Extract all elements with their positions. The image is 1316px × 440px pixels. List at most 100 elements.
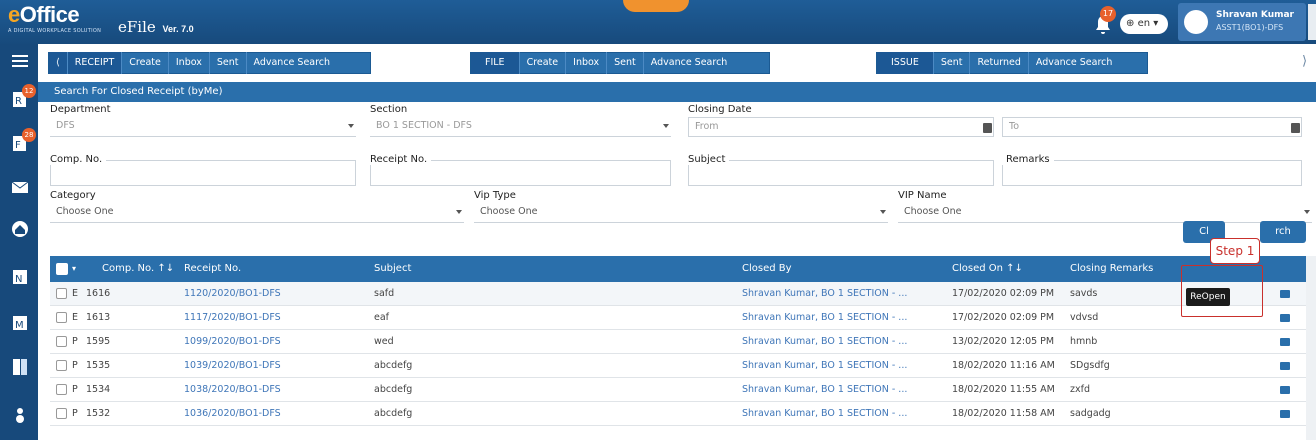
reopen-folder-icon[interactable] [1280,314,1290,322]
reopen-folder-icon[interactable] [1280,338,1290,346]
table-row[interactable]: P 1532 1036/2020/BO1-DFS abcdefg Shravan Kum… [50,402,1306,426]
calendar-icon[interactable] [1291,123,1300,133]
notification-count-badge: 17 [1100,6,1116,22]
col-comp-no[interactable]: Comp. No. ↑↓ [102,256,174,282]
closing-date-from-field[interactable]: Closing Date From [688,104,998,138]
reopen-folder-icon[interactable] [1280,386,1290,394]
user-profile-menu[interactable]: Shravan Kumar ASST1(BO1)-DFS [1178,3,1306,41]
department-select[interactable]: Department DFS [50,104,360,138]
row-checkbox[interactable] [56,408,67,419]
row-receipt-no-link[interactable]: 1120/2020/BO1-DFS [184,282,281,306]
row-comp-no: 1532 [86,408,111,419]
row-subject: safd [374,288,395,299]
chevron-down-icon [880,210,886,214]
table-row[interactable]: E 1616 1120/2020/BO1-DFS safd Shravan Kumar,… [50,282,1306,306]
receipt-advance-search-link[interactable]: Advance Search [245,52,338,74]
receipt-sent-link[interactable]: Sent [208,52,246,74]
select-all-checkbox[interactable] [56,263,68,275]
file-create-link[interactable]: Create [518,52,566,74]
subject-input[interactable]: Subject [688,152,998,186]
col-subject: Subject [374,263,412,274]
receipt-create-link[interactable]: Create [121,52,168,74]
row-closed-by[interactable]: Shravan Kumar, BO 1 SECTION - ... [742,330,907,354]
header-scrollbar[interactable] [1308,4,1316,40]
issue-returned-link[interactable]: Returned [969,52,1027,74]
table-row[interactable]: P 1595 1099/2020/BO1-DFS wed Shravan Kumar, … [50,330,1306,354]
row-checkbox[interactable] [56,336,67,347]
row-checkbox[interactable] [56,384,67,395]
closing-date-label: Closing Date [688,104,752,115]
table-row[interactable]: P 1534 1038/2020/BO1-DFS abcdefg Shravan Kum… [50,378,1306,402]
version-label: Ver. 7.0 [162,24,194,34]
issue-sent-link[interactable]: Sent [932,52,970,74]
chevron-down-icon [348,124,354,128]
row-comp-no: 1534 [86,384,111,395]
col-comp-no-label: Comp. No. [102,263,155,274]
reopen-folder-icon[interactable] [1280,410,1290,418]
remarks-input[interactable]: Remarks [1002,152,1306,186]
row-checkbox[interactable] [56,360,67,371]
reopen-folder-icon[interactable] [1280,362,1290,370]
table-scrollbar[interactable] [1306,256,1316,440]
table-row[interactable]: P 1535 1039/2020/BO1-DFS abcdefg Shravan Kum… [50,354,1306,378]
row-closed-by[interactable]: Shravan Kumar, BO 1 SECTION - ... [742,378,907,402]
row-receipt-no-link[interactable]: 1038/2020/BO1-DFS [184,378,281,402]
calendar-icon[interactable] [983,123,992,133]
row-closed-by[interactable]: Shravan Kumar, BO 1 SECTION - ... [742,306,907,330]
row-receipt-no-link[interactable]: 1039/2020/BO1-DFS [184,354,281,378]
row-receipt-no-link[interactable]: 1099/2020/BO1-DFS [184,330,281,354]
vip-name-select[interactable]: VIP Name Choose One [898,190,1316,224]
file-advance-search-link[interactable]: Advance Search [642,52,735,74]
receipt-inbox-link[interactable]: Inbox [167,52,209,74]
closing-date-to-field[interactable]: To [1002,104,1306,138]
chevron-down-icon [1304,210,1310,214]
collapse-handle[interactable] [623,0,689,12]
row-closed-by[interactable]: Shravan Kumar, BO 1 SECTION - ... [742,354,907,378]
row-receipt-no-link[interactable]: 1117/2020/BO1-DFS [184,306,281,330]
row-checkbox[interactable] [56,288,67,299]
section-select[interactable]: Section BO 1 SECTION - DFS [370,104,675,138]
file-sent-link[interactable]: Sent [606,52,643,74]
col-closed-on[interactable]: Closed On ↑↓ [952,256,1023,282]
issue-advance-search-link[interactable]: Advance Search [1027,52,1120,74]
hamburger-menu-icon[interactable] [11,52,29,70]
row-closed-by[interactable]: Shravan Kumar, BO 1 SECTION - ... [742,402,907,426]
receipt-menu-title: RECEIPT [66,52,122,74]
col-closed-by: Closed By [742,263,792,274]
row-comp-no: 1613 [86,312,111,323]
chevron-down-icon [456,210,462,214]
svg-text:F: F [15,140,21,151]
to-date-input: To [1002,117,1302,137]
receipt-no-input[interactable]: Receipt No. [370,152,675,186]
vip-type-select[interactable]: Vip Type Choose One [474,190,892,224]
row-type: P [72,408,78,419]
comp-no-input[interactable]: Comp. No. [50,152,360,186]
row-closed-on: 17/02/2020 02:09 PM [952,312,1055,323]
menu-scroll-right-icon[interactable]: ⟩ [1302,54,1307,69]
receipt-menu-arrow[interactable]: ⟨ [49,52,67,74]
language-select[interactable]: ⊕ en ▾ [1120,14,1168,34]
category-select[interactable]: Category Choose One [50,190,468,224]
home-icon[interactable] [11,220,29,238]
receipt-no-label: Receipt No. [370,154,432,165]
select-dropdown-icon[interactable]: ▾ [72,256,76,282]
reopen-folder-icon[interactable] [1280,290,1290,298]
row-receipt-no-link[interactable]: 1036/2020/BO1-DFS [184,402,281,426]
receipt-count-badge: 12 [22,84,36,98]
table-header: ▾ Comp. No. ↑↓ Receipt No. Subject Close… [50,256,1306,282]
file-inbox-link[interactable]: Inbox [565,52,606,74]
eoffice-logo[interactable]: eOffice A DIGITAL WORKPLACE SOLUTION [8,4,101,35]
cabinet-module-icon[interactable] [11,358,29,376]
logo-tagline: A DIGITAL WORKPLACE SOLUTION [8,28,102,34]
row-comp-no: 1535 [86,360,111,371]
table-row[interactable]: E 1613 1117/2020/BO1-DFS eaf Shravan Kumar, … [50,306,1306,330]
register-module-icon[interactable]: M [11,314,29,332]
row-checkbox[interactable] [56,312,67,323]
row-closed-by[interactable]: Shravan Kumar, BO 1 SECTION - ... [742,282,907,306]
settings-people-icon[interactable] [11,406,29,424]
search-button[interactable]: rch [1260,221,1306,243]
dak-mail-icon[interactable] [11,178,29,196]
receipt-menu: ⟨ RECEIPT Create Inbox Sent Advance Sear… [48,52,371,74]
user-name: Shravan Kumar [1216,10,1294,20]
note-module-icon[interactable]: N [11,268,29,286]
